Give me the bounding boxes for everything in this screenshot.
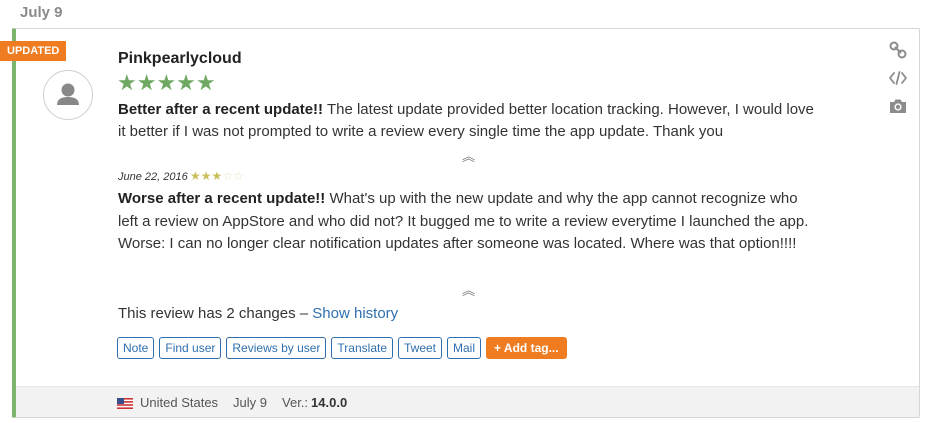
previous-review-date: June 22, 2016 (118, 171, 188, 183)
previous-rating-stars: ★★★☆☆ (190, 169, 244, 183)
current-rating-stars: ★★★★★ (117, 70, 216, 95)
previous-stars-filled: ★★★ (190, 169, 223, 183)
footer-date: July 9 (233, 395, 268, 410)
date-header: July 9 (20, 4, 63, 21)
changes-text: This review has 2 changes – (118, 305, 313, 322)
current-review-text: Better after a recent update!! The lates… (118, 99, 818, 143)
footer-version: 14.0.0 (311, 395, 348, 410)
collapse-current-icon[interactable]: ︽ (462, 150, 475, 163)
link-icon[interactable] (888, 40, 908, 60)
code-icon[interactable] (888, 68, 908, 88)
show-history-link[interactable]: Show history (312, 305, 398, 322)
add-tag-button[interactable]: + Add tag... (486, 337, 567, 359)
reviews-by-user-button[interactable]: Reviews by user (226, 337, 327, 359)
author-name[interactable]: Pinkpearlycloud (118, 50, 242, 68)
camera-icon[interactable] (888, 96, 908, 116)
changes-line: This review has 2 changes – Show history (118, 305, 398, 322)
previous-stars-empty: ☆☆ (222, 169, 244, 183)
find-user-button[interactable]: Find user (159, 337, 222, 359)
us-flag-icon (117, 397, 133, 409)
collapse-previous-icon[interactable]: ︽ (462, 284, 475, 297)
translate-button[interactable]: Translate (331, 337, 393, 359)
user-avatar-icon (57, 83, 79, 105)
previous-review-text: Worse after a recent update!! What's up … (118, 188, 818, 256)
note-button[interactable]: Note (117, 337, 155, 359)
user-avatar (43, 70, 93, 120)
previous-review-title: Worse after a recent update!! (118, 190, 326, 207)
footer-country: United States (140, 395, 219, 410)
footer-version-label: Ver.: (282, 395, 309, 410)
tweet-button[interactable]: Tweet (398, 337, 443, 359)
current-review-title: Better after a recent update!! (118, 101, 324, 118)
review-footer: United States July 9 Ver.: 14.0.0 (16, 386, 919, 417)
mail-button[interactable]: Mail (447, 337, 482, 359)
action-tags: Note Find user Reviews by user Translate… (117, 337, 567, 359)
updated-badge: UPDATED (0, 41, 67, 61)
